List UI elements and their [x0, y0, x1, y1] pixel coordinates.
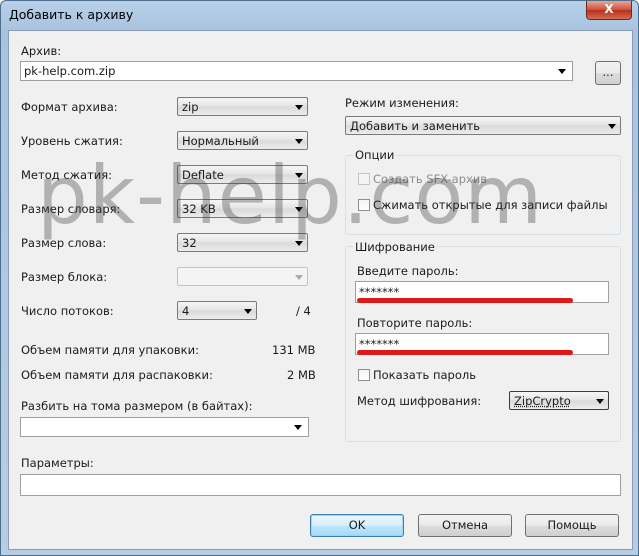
chevron-down-icon	[294, 425, 302, 430]
password-label: Введите пароль:	[357, 264, 459, 278]
mem-unpack-label: Объем памяти для распаковки:	[21, 368, 213, 382]
params-input[interactable]	[20, 474, 621, 496]
chevron-down-icon	[295, 275, 303, 280]
params-label: Параметры:	[21, 456, 94, 470]
split-label: Разбить на тома размером (в байтах):	[21, 399, 253, 413]
show-password-checkbox[interactable]	[358, 369, 370, 381]
show-password-label: Показать пароль	[373, 368, 477, 382]
enc-method-label: Метод шифрования:	[357, 394, 482, 408]
enc-method-select[interactable]: ZipCrypto	[509, 391, 609, 410]
archive-path-combo[interactable]: pk-help.com.zip	[20, 61, 573, 81]
shared-checkbox[interactable]	[358, 199, 370, 211]
chevron-down-icon	[295, 105, 303, 110]
method-select[interactable]: Deflate	[177, 165, 308, 184]
encryption-title: Шифрование	[353, 240, 437, 254]
chevron-down-icon	[244, 309, 252, 314]
chevron-down-icon	[295, 241, 303, 246]
dict-value: 32 KB	[182, 202, 216, 216]
dialog-client: Архив: pk-help.com.zip ... Формат архива…	[8, 30, 633, 550]
window-title: Добавить к архиву	[9, 7, 134, 22]
method-value: Deflate	[182, 168, 224, 182]
sfx-checkbox	[358, 173, 370, 185]
options-group	[345, 155, 621, 235]
split-combo[interactable]	[20, 417, 309, 437]
chevron-down-icon	[295, 207, 303, 212]
threads-label: Число потоков:	[21, 304, 114, 318]
threads-value: 4	[182, 304, 190, 318]
word-value: 32	[182, 236, 197, 250]
browse-button[interactable]: ...	[595, 61, 621, 85]
archive-label: Архив:	[21, 44, 62, 58]
chevron-down-icon	[558, 69, 566, 74]
close-button[interactable]: X	[586, 1, 632, 20]
repeat-label: Повторите пароль:	[357, 316, 473, 330]
ok-button[interactable]: OK	[310, 514, 404, 537]
format-select[interactable]: zip	[177, 97, 308, 116]
shared-label: Сжимать открытые для записи файлы	[373, 198, 608, 212]
cancel-button[interactable]: Отмена	[418, 514, 512, 537]
method-label: Метод сжатия:	[21, 168, 113, 182]
help-button[interactable]: Помощь	[525, 514, 619, 537]
chevron-down-icon	[596, 399, 604, 404]
threads-select[interactable]: 4	[177, 301, 257, 320]
dict-select[interactable]: 32 KB	[177, 199, 308, 218]
mode-value: Добавить и заменить	[350, 119, 481, 133]
mode-label: Режим изменения:	[345, 96, 459, 110]
chevron-down-icon	[608, 124, 616, 129]
redaction-line	[357, 350, 573, 355]
dict-label: Размер словаря:	[21, 202, 121, 216]
block-select	[177, 267, 308, 286]
redaction-line	[357, 298, 573, 303]
chevron-down-icon	[295, 139, 303, 144]
level-value: Нормальный	[182, 134, 259, 148]
dialog-window: Добавить к архиву X Архив: pk-help.com.z…	[0, 0, 639, 556]
archive-path-value: pk-help.com.zip	[24, 64, 116, 78]
password-value: *******	[359, 285, 400, 299]
sfx-label: Создать SFX-архив	[373, 172, 488, 186]
mem-unpack-value: 2 MB	[287, 368, 316, 382]
options-title: Опции	[353, 148, 397, 162]
enc-method-value: ZipCrypto	[514, 394, 571, 408]
repeat-password-value: *******	[359, 337, 400, 351]
format-value: zip	[182, 100, 199, 114]
word-label: Размер слова:	[21, 236, 107, 250]
level-select[interactable]: Нормальный	[177, 131, 308, 150]
format-label: Формат архива:	[21, 100, 118, 114]
mem-pack-value: 131 MB	[272, 343, 316, 357]
word-select[interactable]: 32	[177, 233, 308, 252]
chevron-down-icon	[295, 173, 303, 178]
threads-max: / 4	[296, 304, 311, 318]
block-label: Размер блока:	[21, 270, 108, 284]
mem-pack-label: Объем памяти для упаковки:	[21, 343, 199, 357]
mode-select[interactable]: Добавить и заменить	[345, 116, 621, 135]
level-label: Уровень сжатия:	[21, 134, 123, 148]
